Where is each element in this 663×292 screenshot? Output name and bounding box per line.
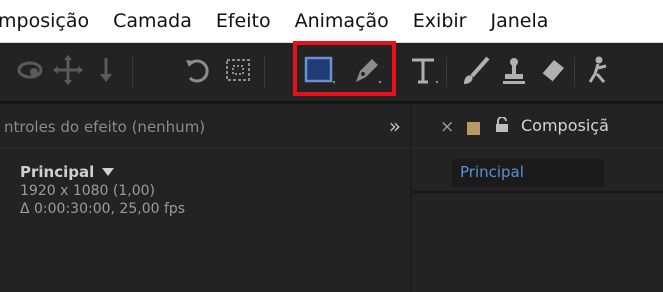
rotate-icon[interactable]: [180, 52, 216, 88]
toolbar-separator: [574, 57, 575, 87]
pan-behind-icon[interactable]: [50, 52, 86, 88]
orbit-camera-icon[interactable]: [12, 52, 48, 88]
menu-window[interactable]: Janela: [490, 11, 548, 31]
move-down-icon[interactable]: [88, 52, 124, 88]
label-color-swatch[interactable]: [467, 122, 480, 135]
menu-animation[interactable]: Animação: [295, 11, 389, 31]
composition-duration: Δ 0:00:30:00, 25,00 fps: [20, 201, 186, 217]
effect-controls-content: Principal 1920 x 1080 (1,00) Δ 0:00:30:0…: [0, 149, 410, 217]
composition-header: × Composiçã: [412, 104, 663, 149]
close-panel-button[interactable]: ×: [440, 117, 454, 137]
selected-tool-highlight: [293, 41, 396, 96]
brush-tool-icon[interactable]: [458, 52, 494, 88]
composition-resolution: 1920 x 1080 (1,00): [20, 183, 155, 199]
composition-tab-principal[interactable]: Principal: [452, 159, 604, 187]
menu-effect[interactable]: Efeito: [216, 11, 271, 31]
effect-controls-title[interactable]: ntroles do efeito (nenhum): [4, 118, 205, 136]
composition-tab-bar: Principal: [412, 149, 663, 193]
menu-view[interactable]: Exibir: [413, 11, 467, 31]
menu-layer[interactable]: Camada: [113, 11, 192, 31]
composition-tab-title[interactable]: Composiçã: [521, 116, 609, 135]
toolbar-separator: [446, 57, 447, 87]
toolbar-separator: [132, 57, 133, 87]
puppet-pin-icon[interactable]: [584, 52, 620, 88]
region-of-interest-icon[interactable]: [220, 52, 256, 88]
composition-name: Principal: [20, 163, 95, 181]
composition-panel: × Composiçã Principal: [412, 104, 663, 292]
menu-bar: mposição Camada Efeito Animação Exibir J…: [0, 0, 663, 43]
type-tool-icon[interactable]: [405, 52, 441, 88]
eraser-tool-icon[interactable]: [534, 52, 570, 88]
effect-controls-header: ntroles do efeito (nenhum) »: [0, 104, 410, 149]
composition-selector[interactable]: Principal: [20, 163, 410, 181]
dropdown-arrow-icon: [102, 168, 115, 176]
clone-stamp-icon[interactable]: [496, 52, 532, 88]
lock-icon[interactable]: [495, 116, 509, 137]
toolbar-separator: [264, 57, 265, 87]
effect-controls-panel: ntroles do efeito (nenhum) » Principal 1…: [0, 104, 410, 292]
menu-composition[interactable]: mposição: [0, 11, 89, 31]
expand-panels-button[interactable]: »: [389, 114, 401, 138]
